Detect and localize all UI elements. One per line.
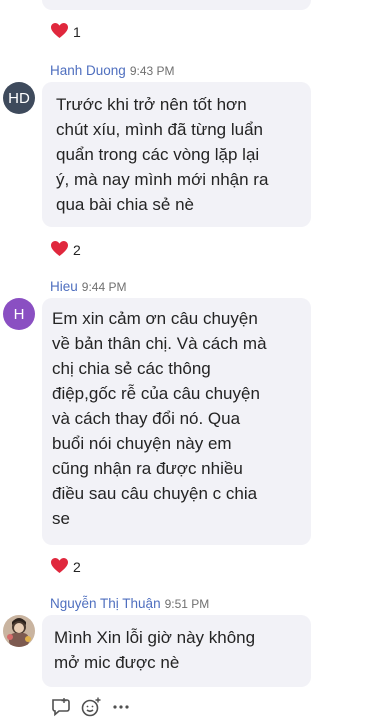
heart-icon [50,557,69,577]
message-header: Hieu 9:44 PM [50,279,126,294]
reaction-count: 2 [73,242,81,258]
reaction-heart[interactable]: 2 [50,557,81,577]
reaction-count: 1 [73,24,81,40]
timestamp: 9:44 PM [81,280,127,294]
reaction-count: 2 [73,559,81,575]
reaction-heart[interactable]: 1 [50,22,81,42]
avatar-initials: HD [8,89,30,107]
timestamp: 9:51 PM [164,597,210,611]
message-bubble: Trước khi trở nên tốt hơn chút xíu, mình… [42,82,311,227]
message-text: Em xin cảm ơn câu chuyện về bản thân chị… [52,309,267,528]
sender-name[interactable]: Hieu [50,279,78,294]
avatar-initials: H [13,305,25,323]
avatar-photo [3,615,35,647]
sender-name[interactable]: Hanh Duong [50,63,126,78]
message-bubble-previous [42,0,311,10]
reply-icon[interactable] [50,696,72,718]
message-bubble: Em xin cảm ơn câu chuyện về bản thân chị… [42,298,311,545]
heart-icon [50,240,69,260]
more-options-icon[interactable] [110,696,132,718]
avatar[interactable]: H [3,298,35,330]
message-text: Trước khi trở nên tốt hơn chút xíu, mình… [56,95,269,214]
avatar[interactable]: HD [3,82,35,114]
message-text: Mình Xin lỗi giờ này không mở mic được n… [54,628,256,672]
timestamp: 9:43 PM [129,64,175,78]
avatar[interactable] [3,615,35,647]
reaction-heart[interactable]: 2 [50,240,81,260]
heart-icon [50,22,69,42]
emoji-add-icon[interactable] [80,696,102,718]
message-header: Hanh Duong 9:43 PM [50,63,175,78]
sender-name[interactable]: Nguyễn Thị Thuận [50,596,161,611]
message-bubble: Mình Xin lỗi giờ này không mở mic được n… [42,615,311,687]
message-header: Nguyễn Thị Thuận 9:51 PM [50,596,209,611]
